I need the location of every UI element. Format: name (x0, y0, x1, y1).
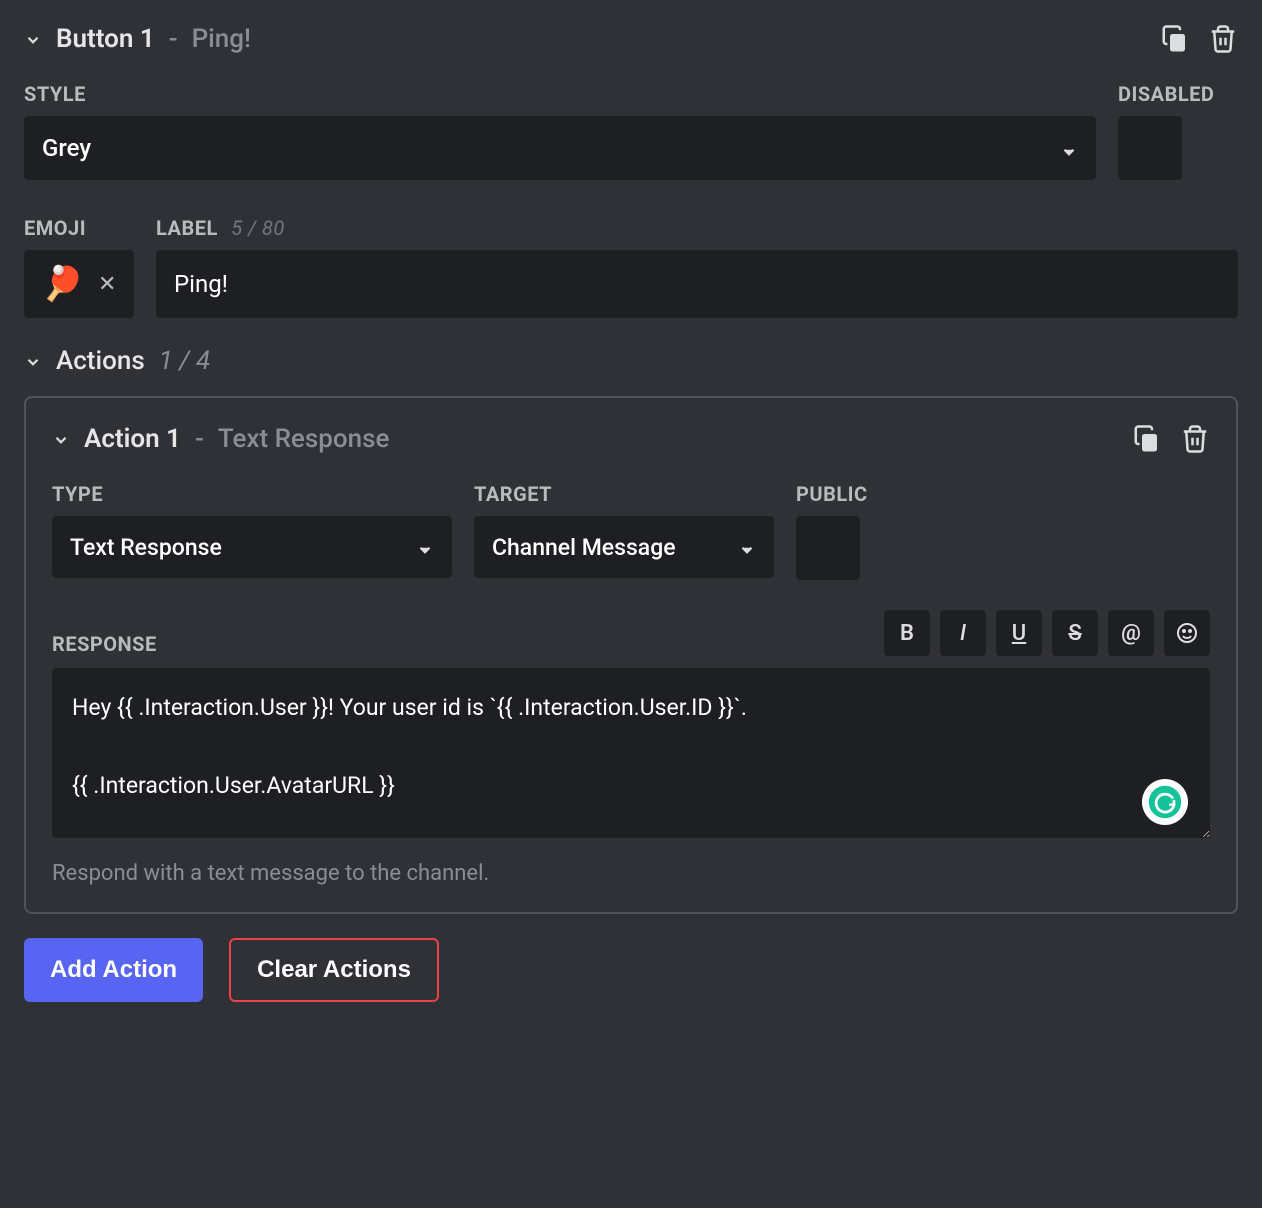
trash-icon[interactable] (1180, 424, 1210, 454)
action-suffix: Text Response (218, 424, 390, 454)
target-label: TARGET (474, 482, 774, 506)
clear-actions-button[interactable]: Clear Actions (229, 938, 439, 1002)
label-column: LABEL 5 / 80 (156, 216, 1238, 318)
mention-button[interactable]: @ (1108, 610, 1154, 656)
actions-header: Actions 1 / 4 (24, 346, 1238, 376)
action-suffix-sep: - (195, 424, 204, 454)
button-title: Button 1 (56, 24, 155, 54)
format-toolbar: B I U S @ (884, 610, 1210, 656)
disabled-column: DISABLED (1118, 82, 1238, 180)
style-label: STYLE (24, 82, 1096, 106)
actions-title: Actions (56, 346, 145, 376)
response-textarea[interactable] (52, 668, 1210, 838)
label-input[interactable] (156, 250, 1238, 318)
target-value: Channel Message (492, 534, 676, 561)
emoji-column: EMOJI 🏓 ✕ (24, 216, 134, 318)
chevron-down-icon[interactable] (24, 352, 42, 370)
public-checkbox[interactable] (796, 516, 860, 580)
action-fields-row: TYPE Text Response TARGET Channel Messag… (52, 482, 1210, 580)
label-field-label: LABEL 5 / 80 (156, 216, 1238, 240)
public-column: PUBLIC (796, 482, 896, 580)
emoji-label-row: EMOJI 🏓 ✕ LABEL 5 / 80 (24, 216, 1238, 318)
grammarly-icon[interactable] (1142, 779, 1188, 825)
chevron-down-icon[interactable] (52, 430, 70, 448)
actions-counter: 1 / 4 (159, 346, 211, 376)
action-title: Action 1 (84, 424, 181, 454)
action-header-actions (1132, 424, 1210, 454)
chevron-down-icon (1060, 139, 1078, 157)
label-counter: 5 / 80 (231, 216, 285, 240)
emoji-label: EMOJI (24, 216, 134, 240)
style-row: STYLE Grey DISABLED (24, 82, 1238, 180)
trash-icon[interactable] (1208, 24, 1238, 54)
button-suffix: Ping! (192, 24, 251, 54)
label-label-text: LABEL (156, 216, 218, 240)
type-column: TYPE Text Response (52, 482, 452, 578)
footer-row: Add Action Clear Actions (24, 938, 1238, 1002)
copy-icon[interactable] (1160, 24, 1190, 54)
response-header: RESPONSE B I U S @ (52, 610, 1210, 656)
emoji-picker[interactable]: 🏓 ✕ (24, 250, 134, 318)
add-action-button[interactable]: Add Action (24, 938, 203, 1002)
emoji-button[interactable] (1164, 610, 1210, 656)
type-label: TYPE (52, 482, 452, 506)
close-icon[interactable]: ✕ (98, 272, 116, 297)
button-header-left: Button 1 - Ping! (24, 24, 251, 54)
action-header-left: Action 1 - Text Response (52, 424, 389, 454)
disabled-checkbox[interactable] (1118, 116, 1182, 180)
response-textarea-wrap (52, 668, 1210, 843)
chevron-down-icon (416, 538, 434, 556)
style-column: STYLE Grey (24, 82, 1096, 180)
action-panel: Action 1 - Text Response TYPE Text Respo… (24, 396, 1238, 914)
strikethrough-button[interactable]: S (1052, 610, 1098, 656)
type-value: Text Response (70, 534, 222, 561)
disabled-label: DISABLED (1118, 82, 1238, 106)
style-value: Grey (42, 134, 91, 162)
response-help-text: Respond with a text message to the chann… (52, 861, 1210, 886)
chevron-down-icon[interactable] (24, 30, 42, 48)
chevron-down-icon (738, 538, 756, 556)
public-label: PUBLIC (796, 482, 896, 506)
italic-button[interactable]: I (940, 610, 986, 656)
bold-button[interactable]: B (884, 610, 930, 656)
underline-button[interactable]: U (996, 610, 1042, 656)
button-header-actions (1160, 24, 1238, 54)
target-column: TARGET Channel Message (474, 482, 774, 578)
button-header: Button 1 - Ping! (24, 24, 1238, 54)
action-header: Action 1 - Text Response (52, 424, 1210, 454)
response-label: RESPONSE (52, 632, 157, 656)
style-select[interactable]: Grey (24, 116, 1096, 180)
copy-icon[interactable] (1132, 424, 1162, 454)
type-select[interactable]: Text Response (52, 516, 452, 578)
target-select[interactable]: Channel Message (474, 516, 774, 578)
button-suffix-sep: - (169, 24, 178, 54)
emoji-glyph: 🏓 (42, 264, 84, 304)
